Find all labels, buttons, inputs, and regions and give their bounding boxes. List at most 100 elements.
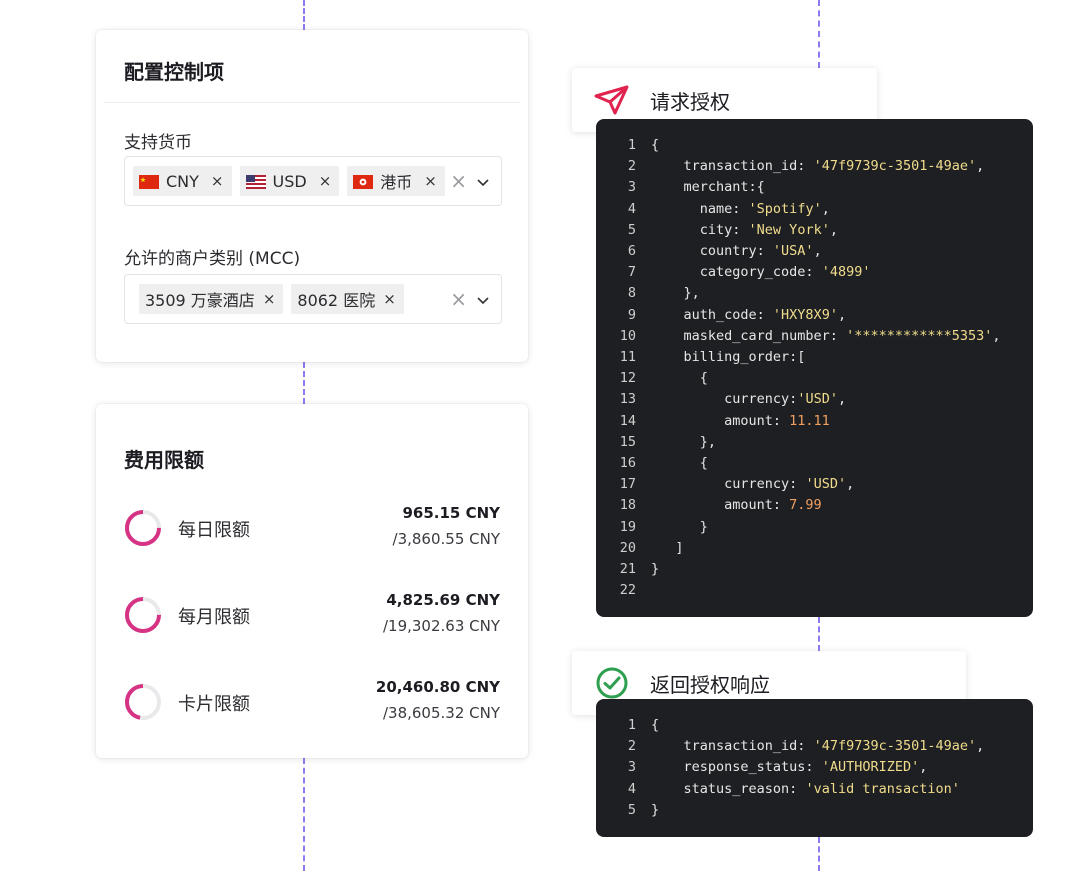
- line-number: 4: [627, 780, 636, 797]
- line-number: 2: [627, 158, 636, 175]
- code-line: 13 currency:'USD',: [596, 389, 846, 410]
- response-title: 返回授权响应: [650, 672, 770, 697]
- code-text: transaction_id:: [651, 158, 814, 175]
- code-line: 17 currency: 'USD',: [596, 474, 854, 495]
- mcc-chip: 3509 万豪酒店 ×: [139, 284, 284, 314]
- code-line: 21}: [596, 559, 659, 580]
- code-text: currency:: [651, 476, 806, 493]
- limit-label: 每日限额: [178, 520, 250, 541]
- code-text: category_code:: [651, 264, 822, 281]
- chevron-down-icon[interactable]: [477, 290, 489, 309]
- chip-label: USD: [272, 171, 307, 191]
- code-string: 'valid transaction': [805, 780, 960, 797]
- code-text: country:: [651, 243, 773, 259]
- code-string: '************5353': [846, 327, 993, 344]
- code-text: ,: [846, 476, 855, 493]
- code-text: }: [651, 801, 660, 818]
- code-text: {: [651, 717, 660, 733]
- currency-chip: CNY ×: [133, 166, 232, 196]
- currency-select-controls: ×: [450, 157, 489, 205]
- limit-total-amount: /3,860.55 CNY: [392, 530, 500, 548]
- code-text: auth_code:: [651, 306, 773, 323]
- connector-line-left-bottom: [303, 758, 305, 871]
- currency-chip: 港币 ×: [347, 166, 445, 196]
- connector-line-left-top: [303, 0, 305, 30]
- remove-chip-icon[interactable]: ×: [263, 290, 276, 308]
- currency-chips: CNY × USD × 港币 ×: [125, 166, 453, 196]
- limit-used-amount: 20,460.80 CNY: [375, 678, 500, 696]
- cn-flag-icon: [139, 174, 159, 189]
- code-line: 2 transaction_id: '47f9739c-3501-49ae',: [596, 156, 984, 177]
- remove-chip-icon[interactable]: ×: [383, 290, 396, 308]
- line-number: 3: [627, 759, 636, 776]
- connector-line-left-mid: [303, 362, 305, 404]
- hk-flag-icon: [353, 174, 374, 189]
- line-number: 14: [619, 412, 636, 429]
- config-divider: [104, 102, 520, 103]
- code-line: 1{: [596, 715, 659, 736]
- code-line: 4 status_reason: 'valid transaction': [596, 779, 960, 800]
- code-text: ,: [992, 327, 1001, 344]
- chip-label: 8062 医院: [297, 291, 376, 310]
- line-number: 19: [619, 518, 636, 535]
- clear-icon[interactable]: ×: [450, 169, 467, 193]
- code-text: city:: [651, 221, 749, 238]
- code-string: 'Spotify': [748, 200, 822, 217]
- mcc-select[interactable]: 3509 万豪酒店 × 8062 医院 × ×: [124, 274, 502, 324]
- currency-select[interactable]: CNY × USD × 港币 × ×: [124, 156, 502, 206]
- code-text: name:: [651, 200, 749, 217]
- line-number: 16: [619, 455, 636, 471]
- line-number: 6: [627, 243, 636, 259]
- code-text: {: [651, 370, 708, 387]
- code-string: 'USD': [797, 391, 838, 408]
- limit-row: 卡片限额 20,460.80 CNY/38,605.32 CNY: [96, 678, 528, 748]
- line-number: 18: [619, 497, 636, 514]
- limit-row: 每月限额 4,825.69 CNY/19,302.63 CNY: [96, 591, 528, 661]
- currency-chip: USD ×: [239, 166, 340, 196]
- line-number: 10: [619, 327, 636, 344]
- mcc-chips: 3509 万豪酒店 × 8062 医院 ×: [125, 284, 412, 314]
- code-line: 22: [596, 580, 651, 601]
- code-string: 'New York': [748, 221, 830, 238]
- code-line: 19 }: [596, 517, 708, 538]
- remove-chip-icon[interactable]: ×: [319, 172, 332, 190]
- line-number: 1: [627, 137, 636, 153]
- response-code-block: 1{2 transaction_id: '47f9739c-3501-49ae'…: [596, 699, 1033, 837]
- line-number: 2: [627, 738, 636, 755]
- remove-chip-icon[interactable]: ×: [424, 172, 437, 190]
- limit-label: 每月限额: [178, 607, 250, 628]
- code-line: 18 amount: 7.99: [596, 495, 822, 516]
- code-line: 16 {: [596, 453, 708, 474]
- code-line: 12 {: [596, 368, 708, 389]
- chevron-down-icon[interactable]: [477, 172, 489, 191]
- paper-plane-icon: [594, 85, 630, 115]
- request-code-block: 1 {2 transaction_id: '47f9739c-3501-49ae'…: [596, 119, 1033, 617]
- mcc-chip: 8062 医院 ×: [291, 284, 404, 314]
- clear-icon[interactable]: ×: [450, 287, 467, 311]
- check-circle-icon: [596, 667, 628, 699]
- line-number: 22: [619, 582, 636, 599]
- code-text: },: [651, 285, 700, 302]
- code-line: 3 response_status: 'AUTHORIZED',: [596, 757, 928, 778]
- line-number: 4: [627, 200, 636, 217]
- line-number: 9: [627, 306, 636, 323]
- remove-chip-icon[interactable]: ×: [211, 172, 224, 190]
- line-number: 7: [627, 264, 636, 281]
- config-card-title: 配置控制项: [124, 60, 224, 84]
- line-number: 8: [627, 285, 636, 302]
- code-string: 'USA': [772, 243, 814, 259]
- code-line: 14 amount: 11.11: [596, 411, 830, 432]
- currency-field-label: 支持货币: [124, 133, 192, 153]
- code-text: ]: [651, 539, 684, 556]
- connector-line-right-mid: [818, 617, 820, 651]
- code-text: },: [651, 433, 717, 450]
- limits-card: 费用限额 每日限额 965.15 CNY/3,860.55 CNY 每月限额 4,82…: [96, 404, 528, 758]
- code-line: 9 auth_code: 'HXY8X9',: [596, 305, 846, 326]
- limit-total-amount: /19,302.63 CNY: [382, 617, 500, 635]
- progress-ring: [125, 510, 161, 546]
- line-number: 5: [627, 221, 636, 238]
- line-number: 3: [627, 179, 636, 196]
- line-number: 20: [619, 539, 636, 556]
- connector-line-right-bottom: [818, 837, 820, 871]
- limits-card-title: 费用限额: [124, 448, 204, 472]
